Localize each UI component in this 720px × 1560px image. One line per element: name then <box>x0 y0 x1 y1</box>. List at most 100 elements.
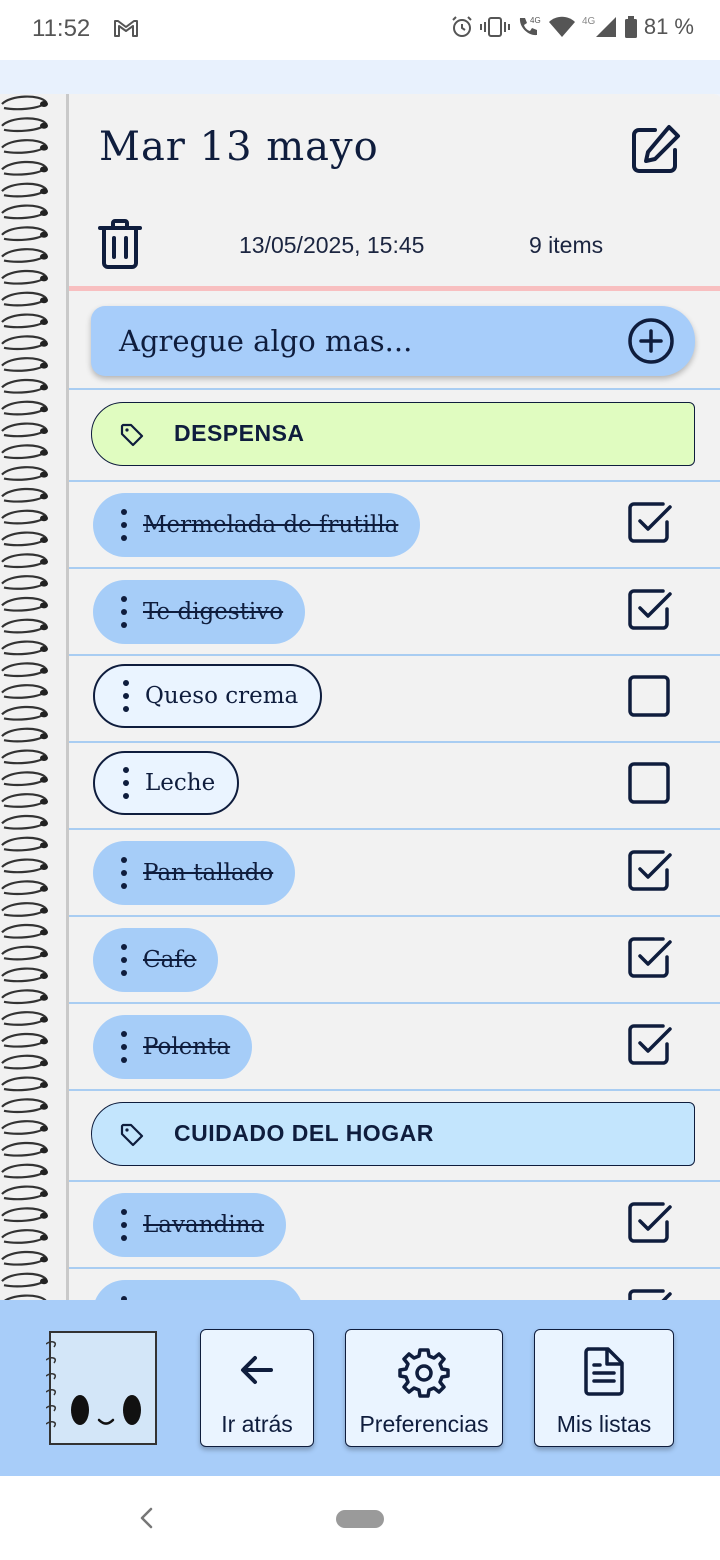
notebook-mascot-logo <box>46 1331 157 1445</box>
drag-handle-icon[interactable] <box>123 767 129 799</box>
drag-handle-icon[interactable] <box>121 1209 127 1241</box>
spiral-hole <box>40 428 48 434</box>
spiral-ring <box>1 269 48 285</box>
spiral-hole <box>40 1103 48 1110</box>
my-lists-button[interactable]: Mis listas <box>534 1329 674 1447</box>
spiral-ring <box>1 139 48 154</box>
spiral-ring <box>1 989 48 1004</box>
spiral-hole <box>40 1147 48 1154</box>
list-item[interactable]: Mermelada de frutilla <box>93 493 421 557</box>
spiral-ring <box>1 509 48 525</box>
ruled-line <box>69 1089 720 1091</box>
drag-handle-icon[interactable] <box>121 1031 127 1063</box>
spiral-ring <box>1 575 48 590</box>
margin-line <box>69 286 720 291</box>
spiral-ring <box>1 749 48 765</box>
spiral-hole <box>40 755 48 761</box>
drag-handle-icon[interactable] <box>121 857 127 889</box>
status-icons: 4G 4G 81 % <box>450 14 694 40</box>
trash-icon[interactable] <box>97 218 143 270</box>
spiral-ring <box>1 1250 48 1266</box>
list-item[interactable]: Lavandina <box>93 1193 287 1257</box>
gmail-icon <box>114 20 138 37</box>
spiral-hole <box>40 406 48 413</box>
spiral-ring <box>1 1163 48 1179</box>
spiral-ring <box>1 248 48 263</box>
spiral-hole <box>40 1169 48 1176</box>
drag-handle-icon[interactable] <box>121 596 127 628</box>
list-item[interactable]: Queso crema <box>93 664 323 728</box>
spiral-ring <box>1 487 48 503</box>
ruled-line <box>69 567 720 569</box>
spiral-ring <box>1 1076 48 1092</box>
app-top-band <box>0 60 720 94</box>
spiral-hole <box>40 297 48 304</box>
spiral-ring <box>1 640 48 656</box>
svg-text:4G: 4G <box>582 16 596 27</box>
wifi-icon <box>548 16 575 37</box>
spiral-ring <box>1 117 48 132</box>
spiral-ring <box>1 1229 48 1244</box>
spiral-ring <box>1 945 48 961</box>
spiral-hole <box>40 776 48 783</box>
edit-icon[interactable] <box>627 122 683 178</box>
spiral-hole <box>40 1191 48 1197</box>
spiral-ring <box>1 422 48 438</box>
spiral-hole <box>40 864 48 870</box>
spiral-hole <box>40 384 48 391</box>
spiral-hole <box>40 580 48 587</box>
add-item-bar[interactable]: Agregue algo mas... <box>91 306 695 376</box>
spiral-hole <box>40 1212 48 1219</box>
spiral-ring <box>1 684 48 699</box>
list-item[interactable]: Te digestivo <box>93 580 306 644</box>
spiral-hole <box>40 1016 48 1023</box>
spiral-ring <box>1 531 48 547</box>
list-item[interactable]: Leche <box>93 751 240 815</box>
drag-handle-icon[interactable] <box>123 680 129 712</box>
ruled-line <box>69 828 720 830</box>
spiral-hole <box>40 537 48 543</box>
checkbox-checked-icon[interactable] <box>625 1198 673 1246</box>
spiral-ring <box>1 1207 48 1222</box>
checkbox-checked-icon[interactable] <box>625 933 673 981</box>
preferences-button[interactable]: Preferencias <box>345 1329 503 1447</box>
spiral-hole <box>40 973 48 979</box>
checkbox-checked-icon[interactable] <box>625 498 673 546</box>
drag-handle-icon[interactable] <box>121 509 127 541</box>
spiral-hole <box>40 689 48 696</box>
system-home-pill[interactable] <box>336 1510 384 1528</box>
back-button-label: Ir atrás <box>221 1411 293 1437</box>
drag-handle-icon[interactable] <box>121 944 127 976</box>
checkbox-empty-icon[interactable] <box>625 759 673 807</box>
add-circle-icon[interactable] <box>627 317 675 365</box>
item-label: Lavandina <box>143 1212 265 1238</box>
spiral-hole <box>40 1278 48 1285</box>
spiral-ring <box>1 662 48 677</box>
category-despensa[interactable]: DESPENSA <box>91 402 695 466</box>
spiral-ring <box>1 923 48 939</box>
spiral-ring <box>1 1098 48 1113</box>
list-item[interactable]: Cafe <box>93 928 219 992</box>
ruled-line <box>69 1180 720 1182</box>
tag-icon <box>120 1123 144 1147</box>
spiral-hole <box>40 602 48 609</box>
back-button[interactable]: Ir atrás <box>200 1329 314 1447</box>
checkbox-checked-icon[interactable] <box>625 1020 673 1068</box>
list-item[interactable]: Polenta <box>93 1015 253 1079</box>
spiral-hole <box>40 1082 48 1088</box>
spiral-hole <box>40 231 48 238</box>
spiral-ring <box>1 1185 48 1201</box>
battery-level: 81 % <box>643 14 694 39</box>
checkbox-empty-icon[interactable] <box>625 672 673 720</box>
checkbox-checked-icon[interactable] <box>625 585 673 633</box>
arrow-left-icon <box>241 1356 273 1384</box>
bottom-action-bar: Ir atrás Preferencias Mis listas <box>0 1300 720 1476</box>
battery-icon <box>624 16 637 38</box>
list-item[interactable]: Pan tallado <box>93 841 296 905</box>
spiral-hole <box>40 144 48 151</box>
spiral-hole <box>40 711 48 718</box>
checkbox-checked-icon[interactable] <box>625 846 673 894</box>
system-back-icon[interactable] <box>136 1504 156 1532</box>
category-label: DESPENSA <box>174 420 305 446</box>
category-cuidado-del-hogar[interactable]: CUIDADO DEL HOGAR <box>91 1102 695 1166</box>
